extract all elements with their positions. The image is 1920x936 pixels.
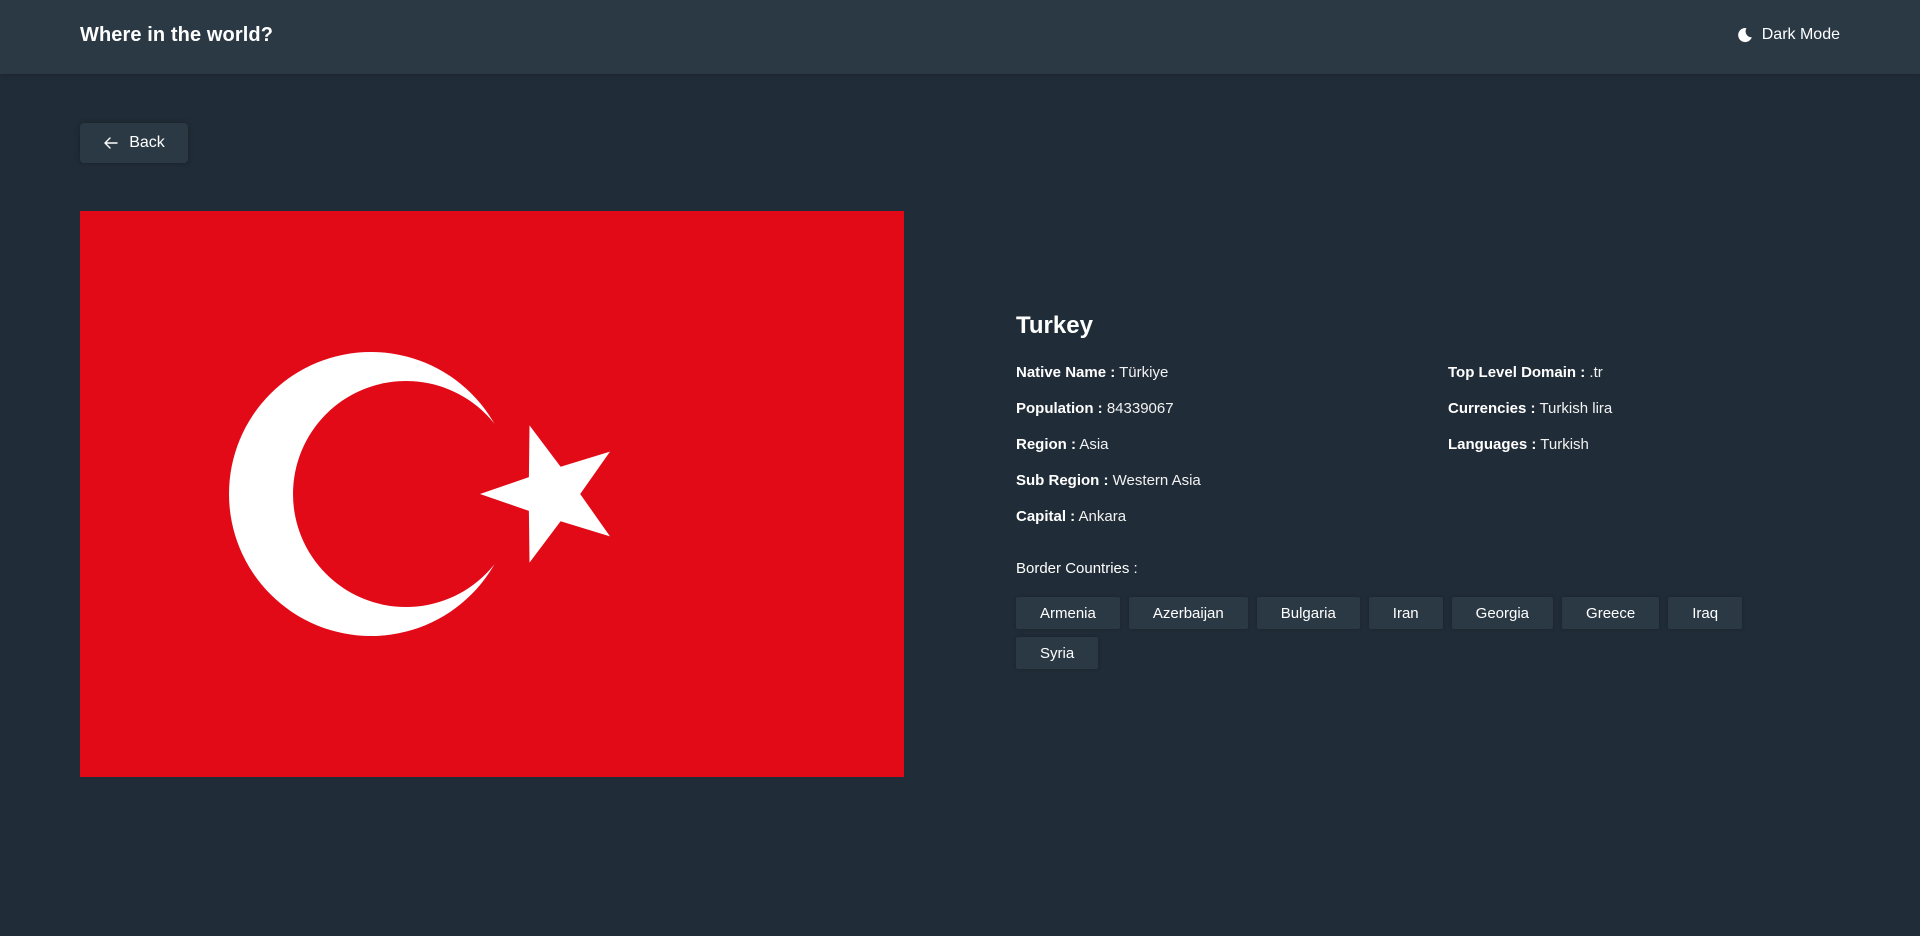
population-value: 84339067 [1106, 400, 1174, 417]
dark-mode-label: Dark Mode [1761, 26, 1840, 43]
border-country-button[interactable]: Greece [1562, 597, 1660, 629]
tld-value: .tr [1589, 364, 1603, 381]
country-flag-image [80, 211, 904, 777]
region-row: Region : Asia [1016, 436, 1448, 472]
country-name: Turkey [1016, 312, 1093, 339]
native-name-value: Türkiye [1119, 364, 1169, 381]
currencies-value: Turkish lira [1539, 400, 1613, 417]
turkey-flag [80, 211, 904, 777]
border-country-button[interactable]: Bulgaria [1256, 597, 1360, 629]
border-country-button[interactable]: Azerbaijan [1128, 597, 1248, 629]
sub-region-label: Sub Region : [1016, 472, 1109, 489]
border-country-button[interactable]: Syria [1016, 637, 1099, 669]
arrow-left-icon [103, 135, 119, 151]
border-country-button[interactable]: Iraq [1668, 597, 1743, 629]
border-country-button[interactable]: Armenia [1016, 597, 1120, 629]
back-button-label: Back [129, 134, 165, 151]
currencies-row: Currencies : Turkish lira [1448, 400, 1808, 436]
tld-label: Top Level Domain : [1448, 364, 1586, 381]
border-countries-label: Border Countries : [1016, 560, 1138, 577]
sub-region-row: Sub Region : Western Asia [1016, 472, 1448, 508]
languages-value: Turkish [1540, 436, 1589, 453]
languages-label: Languages : [1448, 436, 1537, 453]
country-details: Turkey Native Name : Türkiye Population … [1016, 310, 1816, 669]
border-country-button[interactable]: Georgia [1451, 597, 1554, 629]
back-button[interactable]: Back [80, 123, 188, 163]
region-label: Region : [1016, 436, 1076, 453]
moon-icon [1737, 27, 1753, 43]
sub-region-value: Western Asia [1112, 472, 1201, 489]
dark-mode-toggle[interactable]: Dark Mode [1737, 26, 1840, 44]
info-column-right: Top Level Domain : .tr Currencies : Turk… [1448, 364, 1808, 544]
tld-row: Top Level Domain : .tr [1448, 364, 1808, 400]
border-country-button[interactable]: Iran [1368, 597, 1443, 629]
languages-row: Languages : Turkish [1448, 436, 1808, 472]
population-label: Population : [1016, 400, 1103, 417]
capital-row: Capital : Ankara [1016, 508, 1448, 544]
app-header: Where in the world? Dark Mode [0, 0, 1920, 74]
population-row: Population : 84339067 [1016, 400, 1448, 436]
region-value: Asia [1079, 436, 1109, 453]
native-name-label: Native Name : [1016, 364, 1116, 381]
native-name-row: Native Name : Türkiye [1016, 364, 1448, 400]
currencies-label: Currencies : [1448, 400, 1536, 417]
info-column-left: Native Name : Türkiye Population : 84339… [1016, 364, 1448, 544]
border-countries-list: Armenia Azerbaijan Bulgaria Iran Georgia… [1016, 597, 1816, 669]
capital-value: Ankara [1078, 508, 1127, 525]
app-title: Where in the world? [80, 24, 274, 46]
country-info: Native Name : Türkiye Population : 84339… [1016, 364, 1816, 544]
capital-label: Capital : [1016, 508, 1076, 525]
